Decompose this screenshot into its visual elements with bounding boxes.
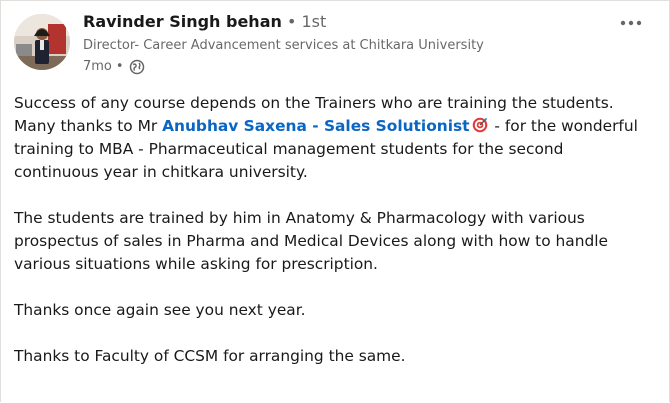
post-meta: 7mo • [83, 58, 145, 76]
post-text-line: prospectus of sales in Pharma and Medica… [14, 232, 608, 250]
post-card: Ravinder Singh behan • 1st Director- Car… [0, 0, 670, 402]
connection-degree: 1st [301, 12, 327, 31]
post-text-line: continuous year in chitkara university. [14, 163, 308, 181]
post-body: Success of any course depends on the Tra… [14, 92, 659, 391]
post-text-line: Success of any course depends on the Tra… [14, 94, 614, 112]
post-text-line: - for the wonderful [489, 117, 638, 135]
author-name-line: Ravinder Singh behan • 1st [83, 11, 326, 33]
post-text-line: Many thanks to Mr [14, 117, 163, 135]
post-text-line: training to MBA - Pharmaceutical managem… [14, 140, 564, 158]
post-text-line: The students are trained by him in Anato… [14, 209, 585, 227]
post-time[interactable]: 7mo [83, 58, 112, 76]
post-text-line: Thanks once again see you next year. [14, 301, 306, 319]
meta-separator: • [115, 59, 124, 74]
target-icon [472, 117, 488, 133]
post-paragraph-4: Thanks to Faculty of CCSM for arranging … [14, 345, 659, 368]
globe-icon [129, 59, 145, 75]
post-paragraph-3: Thanks once again see you next year. [14, 299, 659, 322]
post-text-line: various situations while asking for pres… [14, 255, 378, 273]
post-paragraph-1: Success of any course depends on the Tra… [14, 92, 659, 184]
post-text-line: Thanks to Faculty of CCSM for arranging … [14, 347, 406, 365]
avatar-photo [14, 14, 70, 70]
mention-link[interactable]: Anubhav Saxena - Sales Solutionist [162, 117, 469, 135]
post-paragraph-2: The students are trained by him in Anato… [14, 207, 659, 276]
connection-degree-separator: • [281, 12, 302, 31]
author-headline: Director- Career Advancement services at… [83, 38, 484, 53]
author-name[interactable]: Ravinder Singh behan [83, 12, 282, 31]
author-avatar[interactable] [14, 14, 70, 70]
more-options-icon[interactable] [617, 11, 645, 35]
